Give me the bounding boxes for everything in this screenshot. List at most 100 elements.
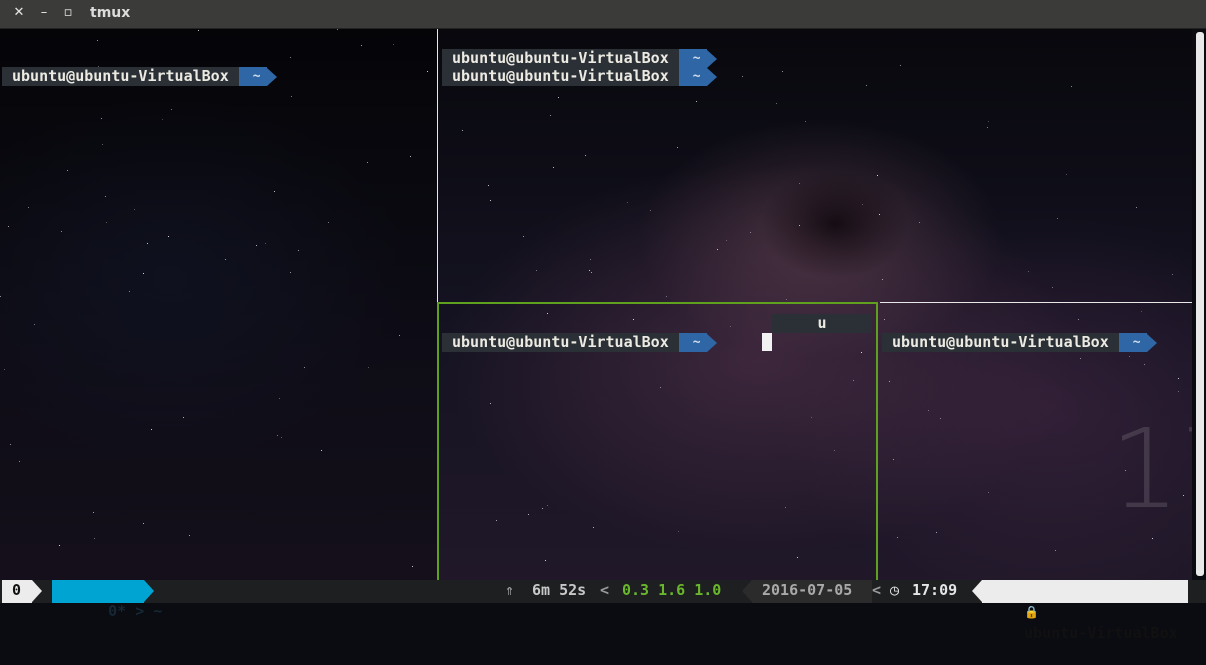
star [1071,86,1072,87]
star [853,380,854,381]
prompt-host: ubuntu@ubuntu-VirtualBox [442,49,679,68]
star [298,250,299,251]
star [1078,319,1079,320]
star [678,531,679,532]
star [590,259,591,260]
star [1178,391,1179,392]
star [304,367,305,368]
star [677,147,678,148]
star [143,523,144,524]
star [10,444,11,445]
star [558,97,559,98]
star [776,103,777,104]
star [134,209,135,210]
star [1066,174,1067,175]
host-separator [972,580,982,602]
prompt-host: ubuntu@ubuntu-VirtualBox [882,333,1119,352]
star [879,214,880,215]
star [785,507,786,508]
star [589,270,590,271]
star [893,459,894,460]
star [368,367,369,368]
star [545,560,546,561]
star [919,222,920,223]
star [523,236,524,237]
star [143,273,144,274]
star [162,119,163,120]
window-tab-separator: > [126,602,154,620]
star [265,243,266,244]
star [730,326,731,327]
window-tab-end [144,580,154,602]
star [183,417,184,418]
star [399,335,400,336]
star [1178,378,1179,379]
star [189,535,190,536]
star [281,437,282,438]
star [151,429,152,430]
hostname: ubuntu-VirtualBox [1024,624,1178,642]
scrollbar[interactable] [1196,32,1204,576]
star [988,121,989,122]
star [129,291,130,292]
star [553,167,554,168]
star [1172,274,1173,275]
prompt-end-arrow [706,49,717,68]
star [542,508,543,509]
star [797,557,798,558]
host-segment: 🔒 ubuntu-VirtualBox [982,580,1188,642]
terminal-area[interactable]: 17 ubuntu@ubuntu-VirtualBox ~ ubuntu@ubu… [0,29,1192,580]
terminal-cursor[interactable] [762,333,772,351]
star [490,200,491,201]
star [633,319,634,320]
pane-divider-horizontal-right[interactable] [880,302,1192,303]
star [900,65,901,66]
uptime-icon: ⇑ [505,581,515,599]
star [717,249,718,250]
star [988,492,989,493]
star [1144,364,1145,365]
active-pane-border-left [437,302,439,580]
star [93,512,94,513]
star [882,279,883,280]
pane-left-prompt: ubuntu@ubuntu-VirtualBox ~ [2,67,277,86]
star [861,352,862,353]
star [786,299,787,300]
separator-chevron: < [872,581,882,599]
nebula-decoration [760,169,910,279]
star [0,296,1,297]
active-pane-border-right [876,302,878,580]
window-tab[interactable]: 0* > ~ [52,580,162,620]
pane-label: u [772,314,872,333]
star [1028,271,1029,272]
star [1052,287,1053,288]
left-pane-bg [0,29,437,580]
window-title: tmux [90,5,131,21]
star [67,170,68,171]
star [1141,311,1142,312]
session-name[interactable]: 0 [2,580,32,603]
star [496,520,497,521]
star [928,410,929,411]
tmux-status-bar: 0 0* > ~ ⇑ 6m 52s < 0.3 1.6 1.0 2016-07-… [0,580,1206,642]
star [696,101,697,102]
star [593,527,594,528]
maximize-icon[interactable]: ▫ [61,6,75,20]
star [1057,218,1058,219]
star [889,381,890,382]
prompt-dir: ~ [678,333,707,352]
star [488,185,489,186]
date: 2016-07-05 [752,580,872,603]
star [393,44,394,45]
pane-bottom-middle-prompt: ubuntu@ubuntu-VirtualBox ~ [442,333,717,352]
star [198,30,199,31]
star [987,127,988,128]
star [28,207,29,208]
star [742,76,743,77]
prompt-dir: ~ [678,67,707,86]
star [147,243,148,244]
close-icon[interactable]: ✕ [12,6,26,20]
minimize-icon[interactable]: – [37,6,51,20]
pane-top-right-prompt-1: ubuntu@ubuntu-VirtualBox ~ [442,49,717,68]
star [410,156,411,157]
